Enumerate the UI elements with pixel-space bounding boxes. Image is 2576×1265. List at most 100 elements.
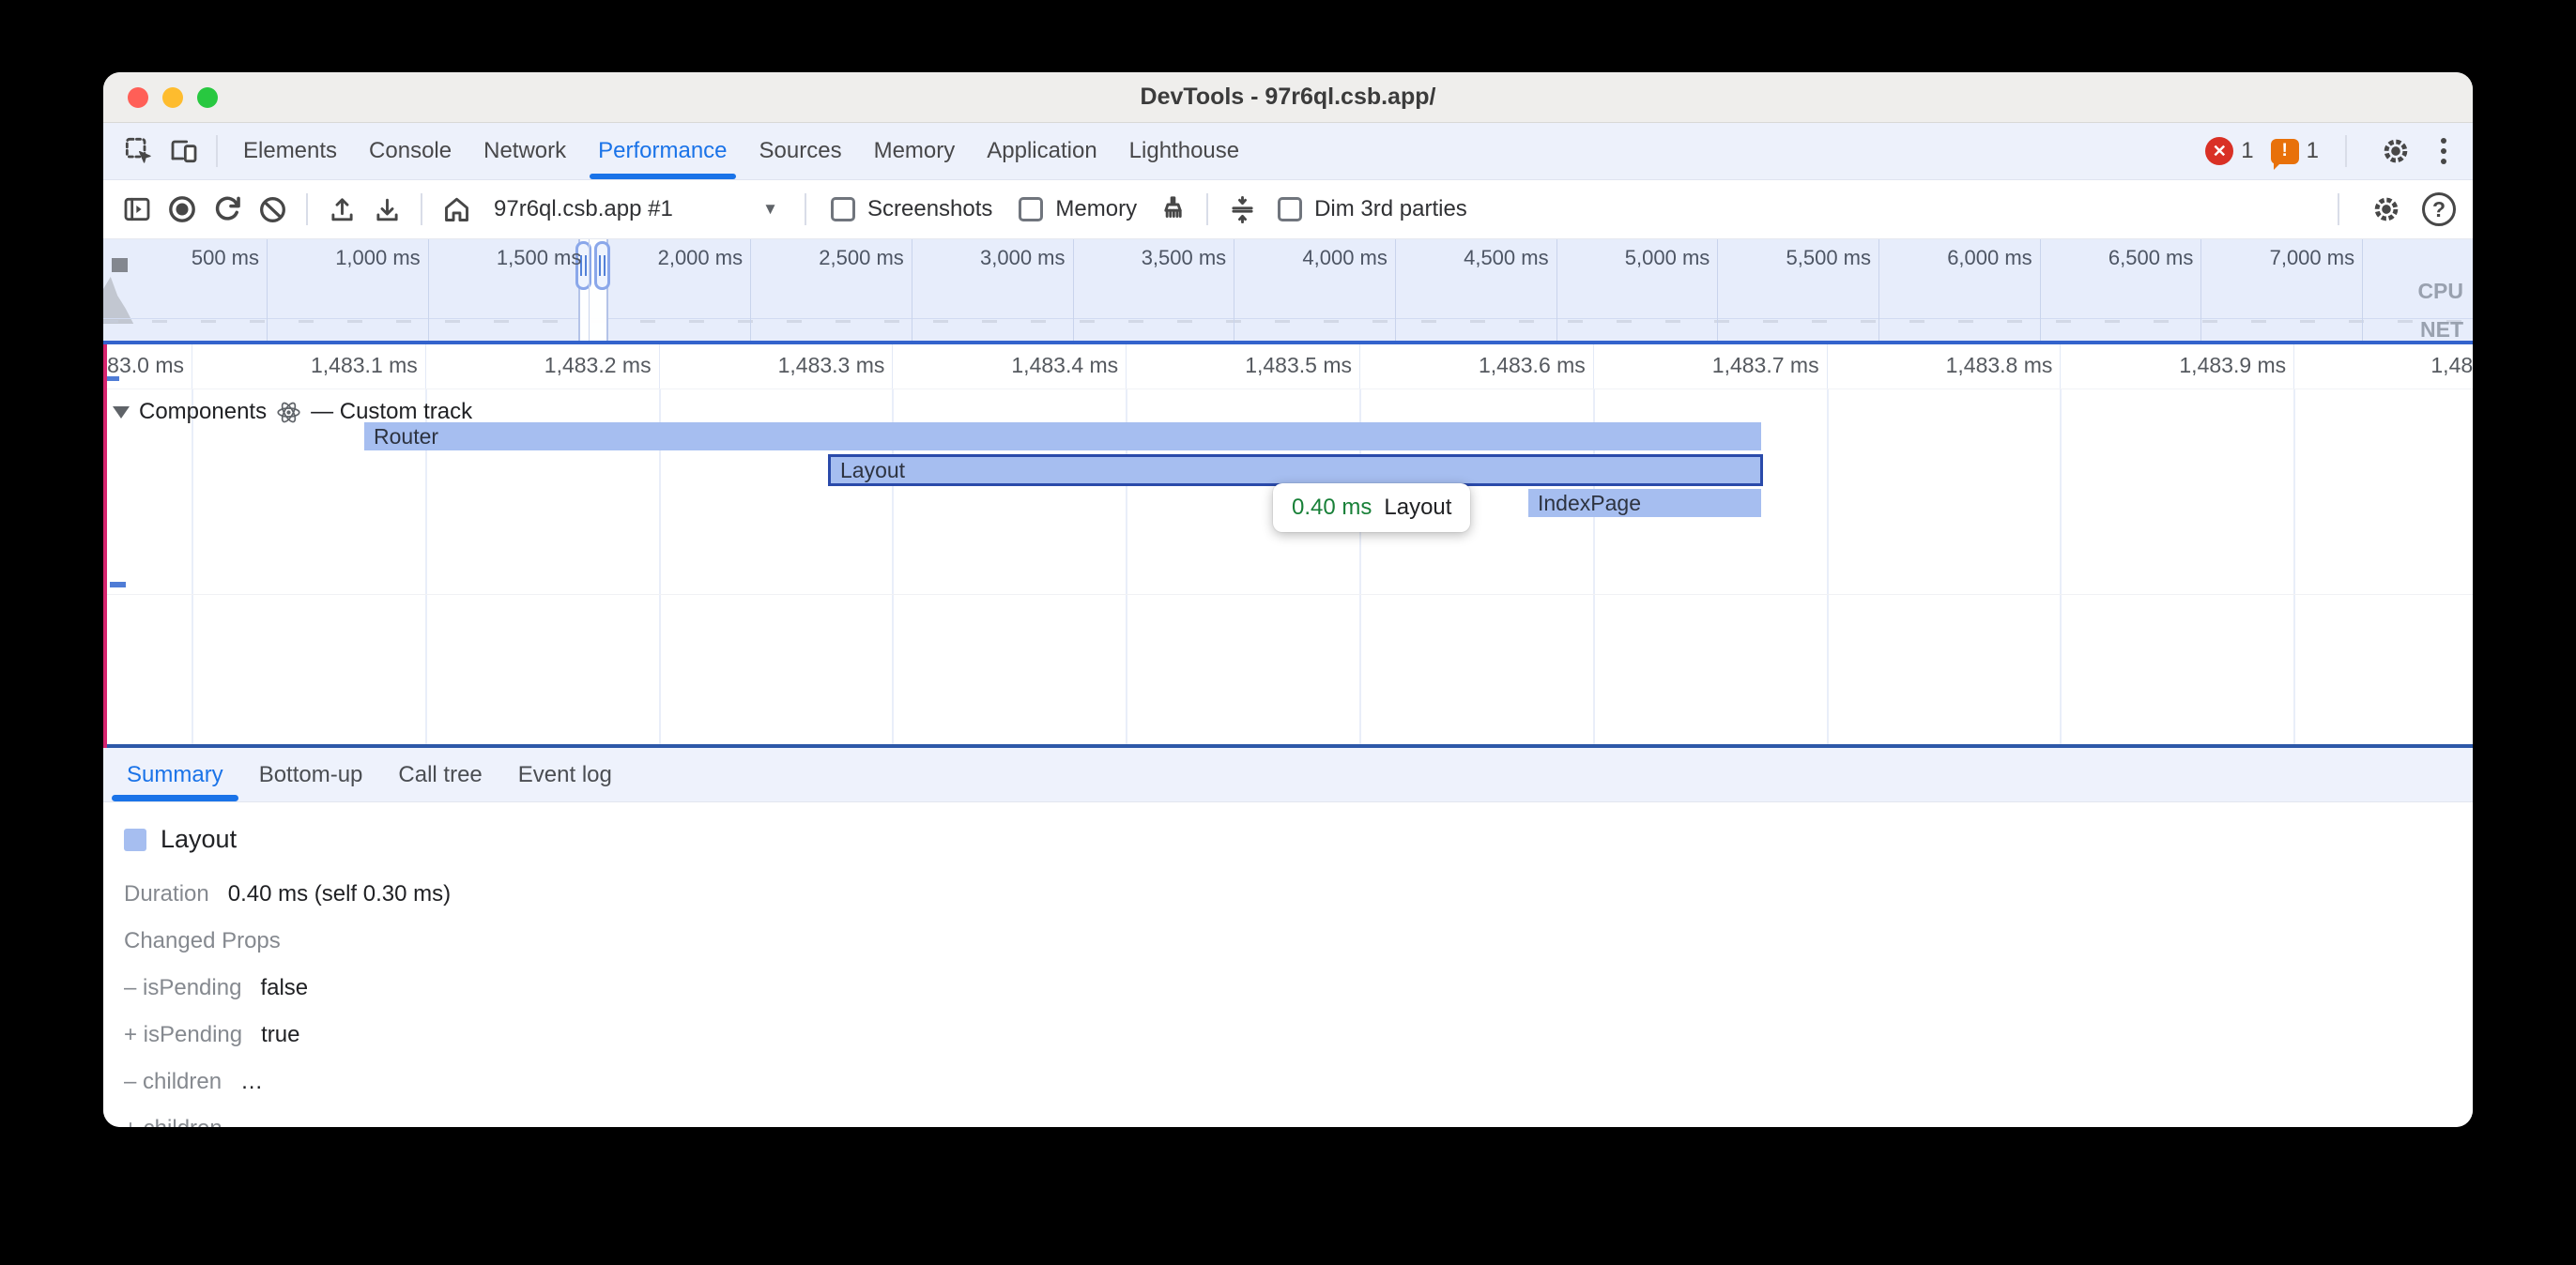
ruler-gridline [425,344,426,389]
overview-gridline [267,239,268,341]
overview-tick-label: 5,000 ms [1559,246,1710,270]
checkbox-box[interactable] [1019,197,1043,221]
settings-gear-icon[interactable] [2373,129,2418,174]
ruler-gridline [892,344,893,389]
tab-console[interactable]: Console [353,123,468,179]
flame-gridline [2060,389,2062,744]
device-toolbar-icon[interactable] [161,129,207,174]
overview-tick-label: 1,000 ms [270,246,421,270]
active-tab-underline [590,174,735,179]
error-count-badge[interactable]: ✕ 1 [2205,137,2253,165]
target-selector-dropdown[interactable]: 97r6ql.csb.app #1 ▼ [479,188,793,231]
memory-label: Memory [1055,196,1137,222]
memory-checkbox[interactable]: Memory [1019,196,1137,222]
divider [1206,193,1208,225]
minimize-window-button[interactable] [162,87,183,108]
dim-3rd-parties-checkbox[interactable]: Dim 3rd parties [1278,196,1467,222]
expandable-ellipsis[interactable]: … [241,1116,264,1127]
flame-chart[interactable]: Components — Custom track Router Layout … [103,389,2473,748]
help-icon[interactable]: ? [2422,192,2456,226]
tab-performance[interactable]: Performance [582,123,743,179]
tab-elements[interactable]: Elements [227,123,353,179]
track-separator-line [103,594,2473,595]
ruler-tick-label: 1,483.0 ms [103,353,184,378]
ruler-gridline [1359,344,1360,389]
main-tab-bar: Elements Console Network Performance Sou… [103,123,2473,180]
title-bar: DevTools - 97r6ql.csb.app/ [103,72,2473,123]
active-tab-underline [112,795,238,801]
ruler-tick-label: 1,483.1 ms [249,353,418,378]
cpu-activity-shape [103,277,146,324]
checkbox-box[interactable] [831,197,855,221]
performance-toolbar: 97r6ql.csb.app #1 ▼ Screenshots Memory [103,180,2473,239]
react-atom-icon [276,400,301,425]
record-icon[interactable] [160,187,205,232]
tooltip-label: Layout [1384,495,1451,521]
tab-bottom-up[interactable]: Bottom-up [241,748,381,801]
mini-activity-bar [110,582,126,587]
upload-profile-icon[interactable] [319,187,364,232]
tab-event-log[interactable]: Event log [500,748,630,801]
error-count: 1 [2241,138,2253,164]
ruler-tick-label: 1,483.3 ms [715,353,884,378]
screenshots-label: Screenshots [867,196,992,222]
summary-row-changed-props: Changed Props [124,927,2473,955]
close-window-button[interactable] [128,87,148,108]
record-and-reload-icon[interactable] [205,187,250,232]
tooltip-duration: 0.40 ms [1292,495,1372,521]
screenshots-checkbox[interactable]: Screenshots [831,196,992,222]
flame-gridline [2293,389,2295,744]
overview-tick-label: 3,500 ms [1076,246,1226,270]
flame-bar-layout[interactable]: Layout [828,454,1763,486]
tab-lighthouse[interactable]: Lighthouse [1113,123,1255,179]
ruler-gridline [2293,344,2294,389]
overview-tick-label: 2,000 ms [592,246,743,270]
divider [805,193,806,225]
ruler-tick-label: 1,483.5 ms [1183,353,1352,378]
flame-bar-router[interactable]: Router [364,422,1761,450]
zoom-window-button[interactable] [197,87,218,108]
tab-summary[interactable]: Summary [109,748,241,801]
target-selector-value: 97r6ql.csb.app #1 [494,196,673,222]
timeline-overview[interactable]: CPU NET 500 ms1,000 ms1,500 ms2,000 ms2,… [103,239,2473,344]
toggle-sidebar-icon[interactable] [115,187,160,232]
tab-memory[interactable]: Memory [858,123,972,179]
ruler-tick-label: 1,483.7 ms [1650,353,1819,378]
overview-gridline [2040,239,2041,341]
summary-title: Layout [161,825,237,854]
summary-row-children-old: – children… [124,1068,2473,1096]
checkbox-box[interactable] [1278,197,1302,221]
overview-gridline [1878,239,1879,341]
inspect-element-icon[interactable] [116,129,161,174]
summary-pane: Layout Duration0.40 ms (self 0.30 ms) Ch… [103,802,2473,1127]
tab-call-tree[interactable]: Call tree [380,748,499,801]
flame-tooltip: 0.40 ms Layout [1273,483,1470,532]
ruler-gridline [2060,344,2061,389]
tab-sources[interactable]: Sources [744,123,858,179]
expandable-ellipsis[interactable]: … [240,1069,263,1094]
dim-3rd-parties-label: Dim 3rd parties [1314,196,1467,222]
tab-application[interactable]: Application [971,123,1112,179]
bottom-panel-tab-bar: Summary Bottom-up Call tree Event log [103,748,2473,802]
summary-title-row: Layout [124,825,2473,854]
error-icon: ✕ [2205,137,2233,165]
tab-network[interactable]: Network [468,123,582,179]
overview-gridline [1395,239,1396,341]
track-suffix: — Custom track [311,399,472,425]
flame-bar-indexpage[interactable]: IndexPage [1528,489,1761,517]
divider [2345,135,2347,167]
clear-icon[interactable] [250,187,295,232]
ruler-tick-label: 1,483.4 ms [949,353,1118,378]
download-profile-icon[interactable] [364,187,409,232]
issues-count-badge[interactable]: ! 1 [2271,138,2319,164]
components-track-header[interactable]: Components — Custom track [113,399,472,425]
chevron-down-icon: ▼ [762,200,778,219]
collect-garbage-icon[interactable] [1150,187,1195,232]
capture-settings-gear-icon[interactable] [2364,187,2409,232]
collapse-tracks-icon[interactable] [1219,187,1265,232]
ruler-gridline [1827,344,1828,389]
divider [306,193,308,225]
collapse-triangle-icon[interactable] [113,406,130,419]
more-options-kebab-icon[interactable] [2435,132,2452,170]
live-metrics-home-icon[interactable] [434,187,479,232]
